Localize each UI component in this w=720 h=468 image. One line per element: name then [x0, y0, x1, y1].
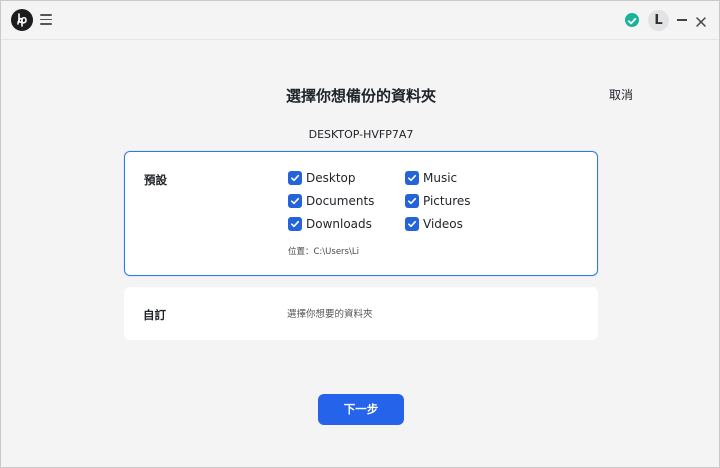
- checkbox-label: Downloads: [306, 217, 372, 231]
- default-card-label: 預設: [144, 173, 167, 187]
- cancel-button[interactable]: 取消: [609, 86, 633, 103]
- hamburger-menu-icon[interactable]: [40, 14, 52, 25]
- folder-location: 位置：C:\Users\Li: [288, 247, 359, 257]
- checkbox-label: Videos: [423, 217, 463, 231]
- checkbox-downloads[interactable]: Downloads: [288, 216, 372, 232]
- checkbox-checked-icon: [288, 171, 302, 185]
- checkbox-pictures[interactable]: Pictures: [405, 193, 471, 209]
- minimize-icon[interactable]: [677, 19, 687, 21]
- custom-folders-card[interactable]: 自訂 選擇你想要的資料夾: [124, 287, 598, 340]
- user-avatar[interactable]: L: [648, 10, 669, 31]
- checkbox-checked-icon: [405, 217, 419, 231]
- check-circle-icon: [625, 13, 639, 27]
- checkbox-label: Documents: [306, 194, 375, 208]
- checkbox-music[interactable]: Music: [405, 170, 457, 186]
- checkbox-checked-icon: [288, 194, 302, 208]
- checkbox-label: Music: [423, 171, 458, 185]
- next-button[interactable]: 下一步: [318, 394, 404, 425]
- close-icon[interactable]: [695, 13, 707, 27]
- default-folders-card[interactable]: 預設 Desktop Documents Downloads Music Pic…: [124, 151, 598, 276]
- checkbox-checked-icon: [405, 171, 419, 185]
- custom-card-hint: 選擇你想要的資料夾: [287, 309, 373, 320]
- device-name: DESKTOP-HVFP7A7: [308, 128, 414, 141]
- checkbox-documents[interactable]: Documents: [288, 193, 374, 209]
- app-logo-icon: [11, 9, 33, 31]
- checkbox-checked-icon: [288, 217, 302, 231]
- custom-card-label: 自訂: [143, 308, 166, 322]
- checkbox-videos[interactable]: Videos: [405, 216, 463, 232]
- checkbox-label: Pictures: [423, 194, 471, 208]
- checkbox-label: Desktop: [306, 171, 356, 185]
- app-window: L 選擇你想備份的資料夾 取消 DESKTOP-HVFP7A7 預設 Deskt…: [0, 0, 720, 468]
- checkbox-desktop[interactable]: Desktop: [288, 170, 356, 186]
- checkbox-checked-icon: [405, 194, 419, 208]
- title-bar: L: [1, 1, 719, 40]
